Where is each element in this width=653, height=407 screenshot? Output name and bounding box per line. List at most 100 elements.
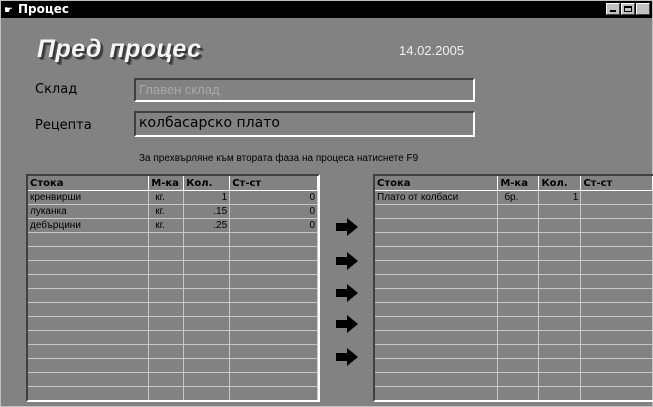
cell-item[interactable] bbox=[375, 260, 499, 275]
table-row[interactable]: кренвирши кг. 1 0 bbox=[28, 190, 318, 205]
cell-cost[interactable] bbox=[580, 260, 653, 275]
table-row[interactable] bbox=[28, 260, 318, 275]
cell-item[interactable] bbox=[375, 358, 499, 373]
cell-qty[interactable] bbox=[538, 316, 582, 331]
table-row[interactable] bbox=[375, 260, 653, 275]
table-row[interactable] bbox=[28, 344, 318, 359]
cell-item[interactable] bbox=[375, 288, 499, 303]
cell-unit[interactable] bbox=[497, 260, 540, 275]
products-grid[interactable]: Стока М-ка Кол. Ст-ст Плато от колбаси бр… bbox=[373, 174, 653, 402]
table-row[interactable] bbox=[28, 372, 318, 387]
cell-item[interactable] bbox=[375, 386, 499, 400]
cell-unit[interactable] bbox=[497, 358, 540, 373]
cell-item[interactable] bbox=[28, 386, 150, 400]
warehouse-field[interactable]: Главен склад bbox=[134, 78, 475, 102]
table-row[interactable] bbox=[375, 232, 653, 247]
table-row[interactable]: луканка кг. .15 0 bbox=[28, 204, 318, 219]
col-header-qty[interactable]: Кол. bbox=[183, 176, 231, 191]
recipe-field[interactable]: колбасарско плато bbox=[134, 111, 475, 137]
cell-qty[interactable] bbox=[538, 330, 582, 345]
cell-cost[interactable] bbox=[229, 260, 318, 275]
cell-unit[interactable] bbox=[497, 302, 540, 317]
cell-cost[interactable]: 0 bbox=[229, 218, 318, 233]
col-header-item[interactable]: Стока bbox=[28, 176, 150, 191]
table-row[interactable] bbox=[28, 358, 318, 373]
cell-item[interactable] bbox=[375, 274, 499, 289]
col-header-cost[interactable]: Ст-ст bbox=[580, 176, 653, 191]
cell-unit[interactable] bbox=[497, 246, 540, 261]
cell-qty[interactable] bbox=[538, 302, 582, 317]
arrow-right-icon[interactable] bbox=[336, 252, 358, 270]
cell-qty[interactable]: 1 bbox=[538, 190, 582, 205]
col-header-item[interactable]: Стока bbox=[375, 176, 499, 191]
cell-unit[interactable] bbox=[497, 330, 540, 345]
cell-qty[interactable] bbox=[183, 274, 231, 289]
cell-item[interactable] bbox=[28, 274, 150, 289]
table-row[interactable] bbox=[375, 358, 653, 373]
cell-unit[interactable] bbox=[497, 232, 540, 247]
cell-cost[interactable] bbox=[580, 232, 653, 247]
col-header-cost[interactable]: Ст-ст bbox=[229, 176, 318, 191]
cell-cost[interactable] bbox=[580, 288, 653, 303]
table-row[interactable] bbox=[28, 316, 318, 331]
cell-unit[interactable] bbox=[497, 316, 540, 331]
cell-unit[interactable] bbox=[497, 288, 540, 303]
arrow-right-icon[interactable] bbox=[336, 348, 358, 366]
cell-qty[interactable] bbox=[183, 344, 231, 359]
cell-cost[interactable]: 0 bbox=[229, 204, 318, 219]
cell-qty[interactable] bbox=[538, 232, 582, 247]
cell-qty[interactable] bbox=[538, 260, 582, 275]
table-row[interactable]: Плато от колбаси бр. 1 bbox=[375, 190, 653, 205]
cell-unit[interactable] bbox=[497, 218, 540, 233]
cell-item[interactable] bbox=[375, 232, 499, 247]
cell-item[interactable]: луканка bbox=[28, 204, 150, 219]
title-bar[interactable]: ☛ Процес bbox=[1, 1, 652, 18]
cell-qty[interactable] bbox=[538, 218, 582, 233]
cell-item[interactable] bbox=[28, 316, 150, 331]
cell-cost[interactable] bbox=[580, 358, 653, 373]
cell-qty[interactable] bbox=[183, 302, 231, 317]
cell-item[interactable]: кренвирши bbox=[28, 190, 150, 205]
cell-unit[interactable] bbox=[148, 274, 185, 289]
table-row[interactable] bbox=[28, 288, 318, 303]
maximize-button[interactable] bbox=[621, 3, 635, 15]
cell-unit[interactable]: кг. bbox=[148, 190, 185, 205]
cell-qty[interactable] bbox=[538, 274, 582, 289]
cell-qty[interactable]: .15 bbox=[183, 204, 231, 219]
cell-unit[interactable] bbox=[148, 330, 185, 345]
cell-qty[interactable] bbox=[538, 344, 582, 359]
cell-item[interactable]: Плато от колбаси bbox=[375, 190, 499, 205]
cell-qty[interactable] bbox=[183, 316, 231, 331]
arrow-right-icon[interactable] bbox=[336, 315, 358, 333]
cell-unit[interactable] bbox=[148, 302, 185, 317]
cell-qty[interactable] bbox=[183, 260, 231, 275]
table-row[interactable] bbox=[28, 274, 318, 289]
minimize-button[interactable] bbox=[606, 3, 620, 15]
cell-item[interactable] bbox=[375, 204, 499, 219]
cell-item[interactable] bbox=[375, 372, 499, 387]
table-row[interactable] bbox=[375, 288, 653, 303]
cell-item[interactable] bbox=[375, 302, 499, 317]
cell-cost[interactable] bbox=[580, 372, 653, 387]
cell-cost[interactable] bbox=[229, 358, 318, 373]
table-row[interactable] bbox=[375, 344, 653, 359]
cell-unit[interactable] bbox=[148, 372, 185, 387]
cell-item[interactable] bbox=[28, 302, 150, 317]
cell-item[interactable] bbox=[375, 316, 499, 331]
cell-cost[interactable] bbox=[580, 330, 653, 345]
cell-qty[interactable] bbox=[538, 288, 582, 303]
cell-qty[interactable] bbox=[538, 204, 582, 219]
cell-unit[interactable] bbox=[497, 386, 540, 400]
table-row[interactable] bbox=[375, 218, 653, 233]
cell-item[interactable] bbox=[375, 246, 499, 261]
cell-cost[interactable] bbox=[229, 372, 318, 387]
cell-cost[interactable] bbox=[229, 316, 318, 331]
cell-qty[interactable] bbox=[183, 372, 231, 387]
cell-unit[interactable]: бр. bbox=[497, 190, 540, 205]
cell-cost[interactable] bbox=[229, 386, 318, 400]
cell-qty[interactable] bbox=[183, 288, 231, 303]
cell-cost[interactable] bbox=[580, 386, 653, 400]
table-row[interactable] bbox=[28, 330, 318, 345]
cell-qty[interactable] bbox=[183, 232, 231, 247]
table-row[interactable] bbox=[375, 386, 653, 400]
